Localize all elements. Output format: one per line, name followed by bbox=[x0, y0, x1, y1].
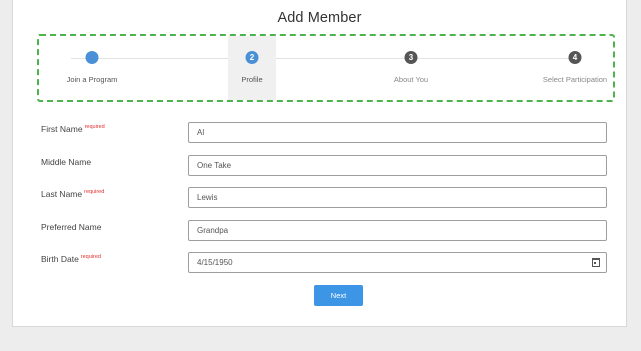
last-name-row: Last Name required Lewis bbox=[41, 187, 621, 209]
birth-date-label: Birth Date required bbox=[41, 254, 101, 264]
step-4-circle: 4 bbox=[568, 51, 582, 64]
step-label: Select Participation bbox=[542, 75, 608, 84]
step-label: Join a Program bbox=[66, 75, 118, 84]
add-member-card: Add Member Join a Program 2 Profile 3 Ab… bbox=[12, 0, 627, 327]
step-label: About You bbox=[393, 75, 429, 84]
step-2-circle: 2 bbox=[245, 51, 259, 64]
birth-date-row: Birth Date required 4/15/1950 bbox=[41, 252, 621, 274]
birth-date-field[interactable]: 4/15/1950 bbox=[188, 252, 607, 273]
calendar-icon[interactable] bbox=[592, 258, 600, 267]
step-select-participation[interactable]: 4 Select Participation bbox=[520, 36, 630, 100]
step-label: Profile bbox=[241, 75, 263, 84]
middle-name-label: Middle Name bbox=[41, 157, 92, 167]
last-name-field[interactable]: Lewis bbox=[188, 187, 607, 208]
middle-name-field[interactable]: One Take bbox=[188, 155, 607, 176]
required-marker: required bbox=[80, 254, 101, 261]
step-1-circle bbox=[85, 51, 99, 64]
required-marker: required bbox=[84, 124, 105, 131]
next-button[interactable]: Next bbox=[314, 285, 363, 306]
preferred-name-field[interactable]: Grandpa bbox=[188, 220, 607, 241]
step-join-a-program[interactable]: Join a Program bbox=[37, 36, 147, 100]
stepper: Join a Program 2 Profile 3 About You 4 S… bbox=[37, 34, 615, 102]
first-name-label: First Name required bbox=[41, 124, 105, 134]
last-name-label: Last Name required bbox=[41, 189, 105, 199]
first-name-row: First Name required Al bbox=[41, 122, 621, 144]
first-name-field[interactable]: Al bbox=[188, 122, 607, 143]
preferred-name-row: Preferred Name Grandpa bbox=[41, 220, 621, 242]
required-marker: required bbox=[84, 189, 105, 196]
step-about-you[interactable]: 3 About You bbox=[356, 36, 466, 100]
birth-date-value: 4/15/1950 bbox=[197, 258, 233, 267]
step-profile[interactable]: 2 Profile bbox=[228, 36, 276, 100]
preferred-name-label: Preferred Name bbox=[41, 222, 102, 232]
step-3-circle: 3 bbox=[404, 51, 418, 64]
page-title: Add Member bbox=[277, 10, 362, 26]
middle-name-row: Middle Name One Take bbox=[41, 155, 621, 177]
